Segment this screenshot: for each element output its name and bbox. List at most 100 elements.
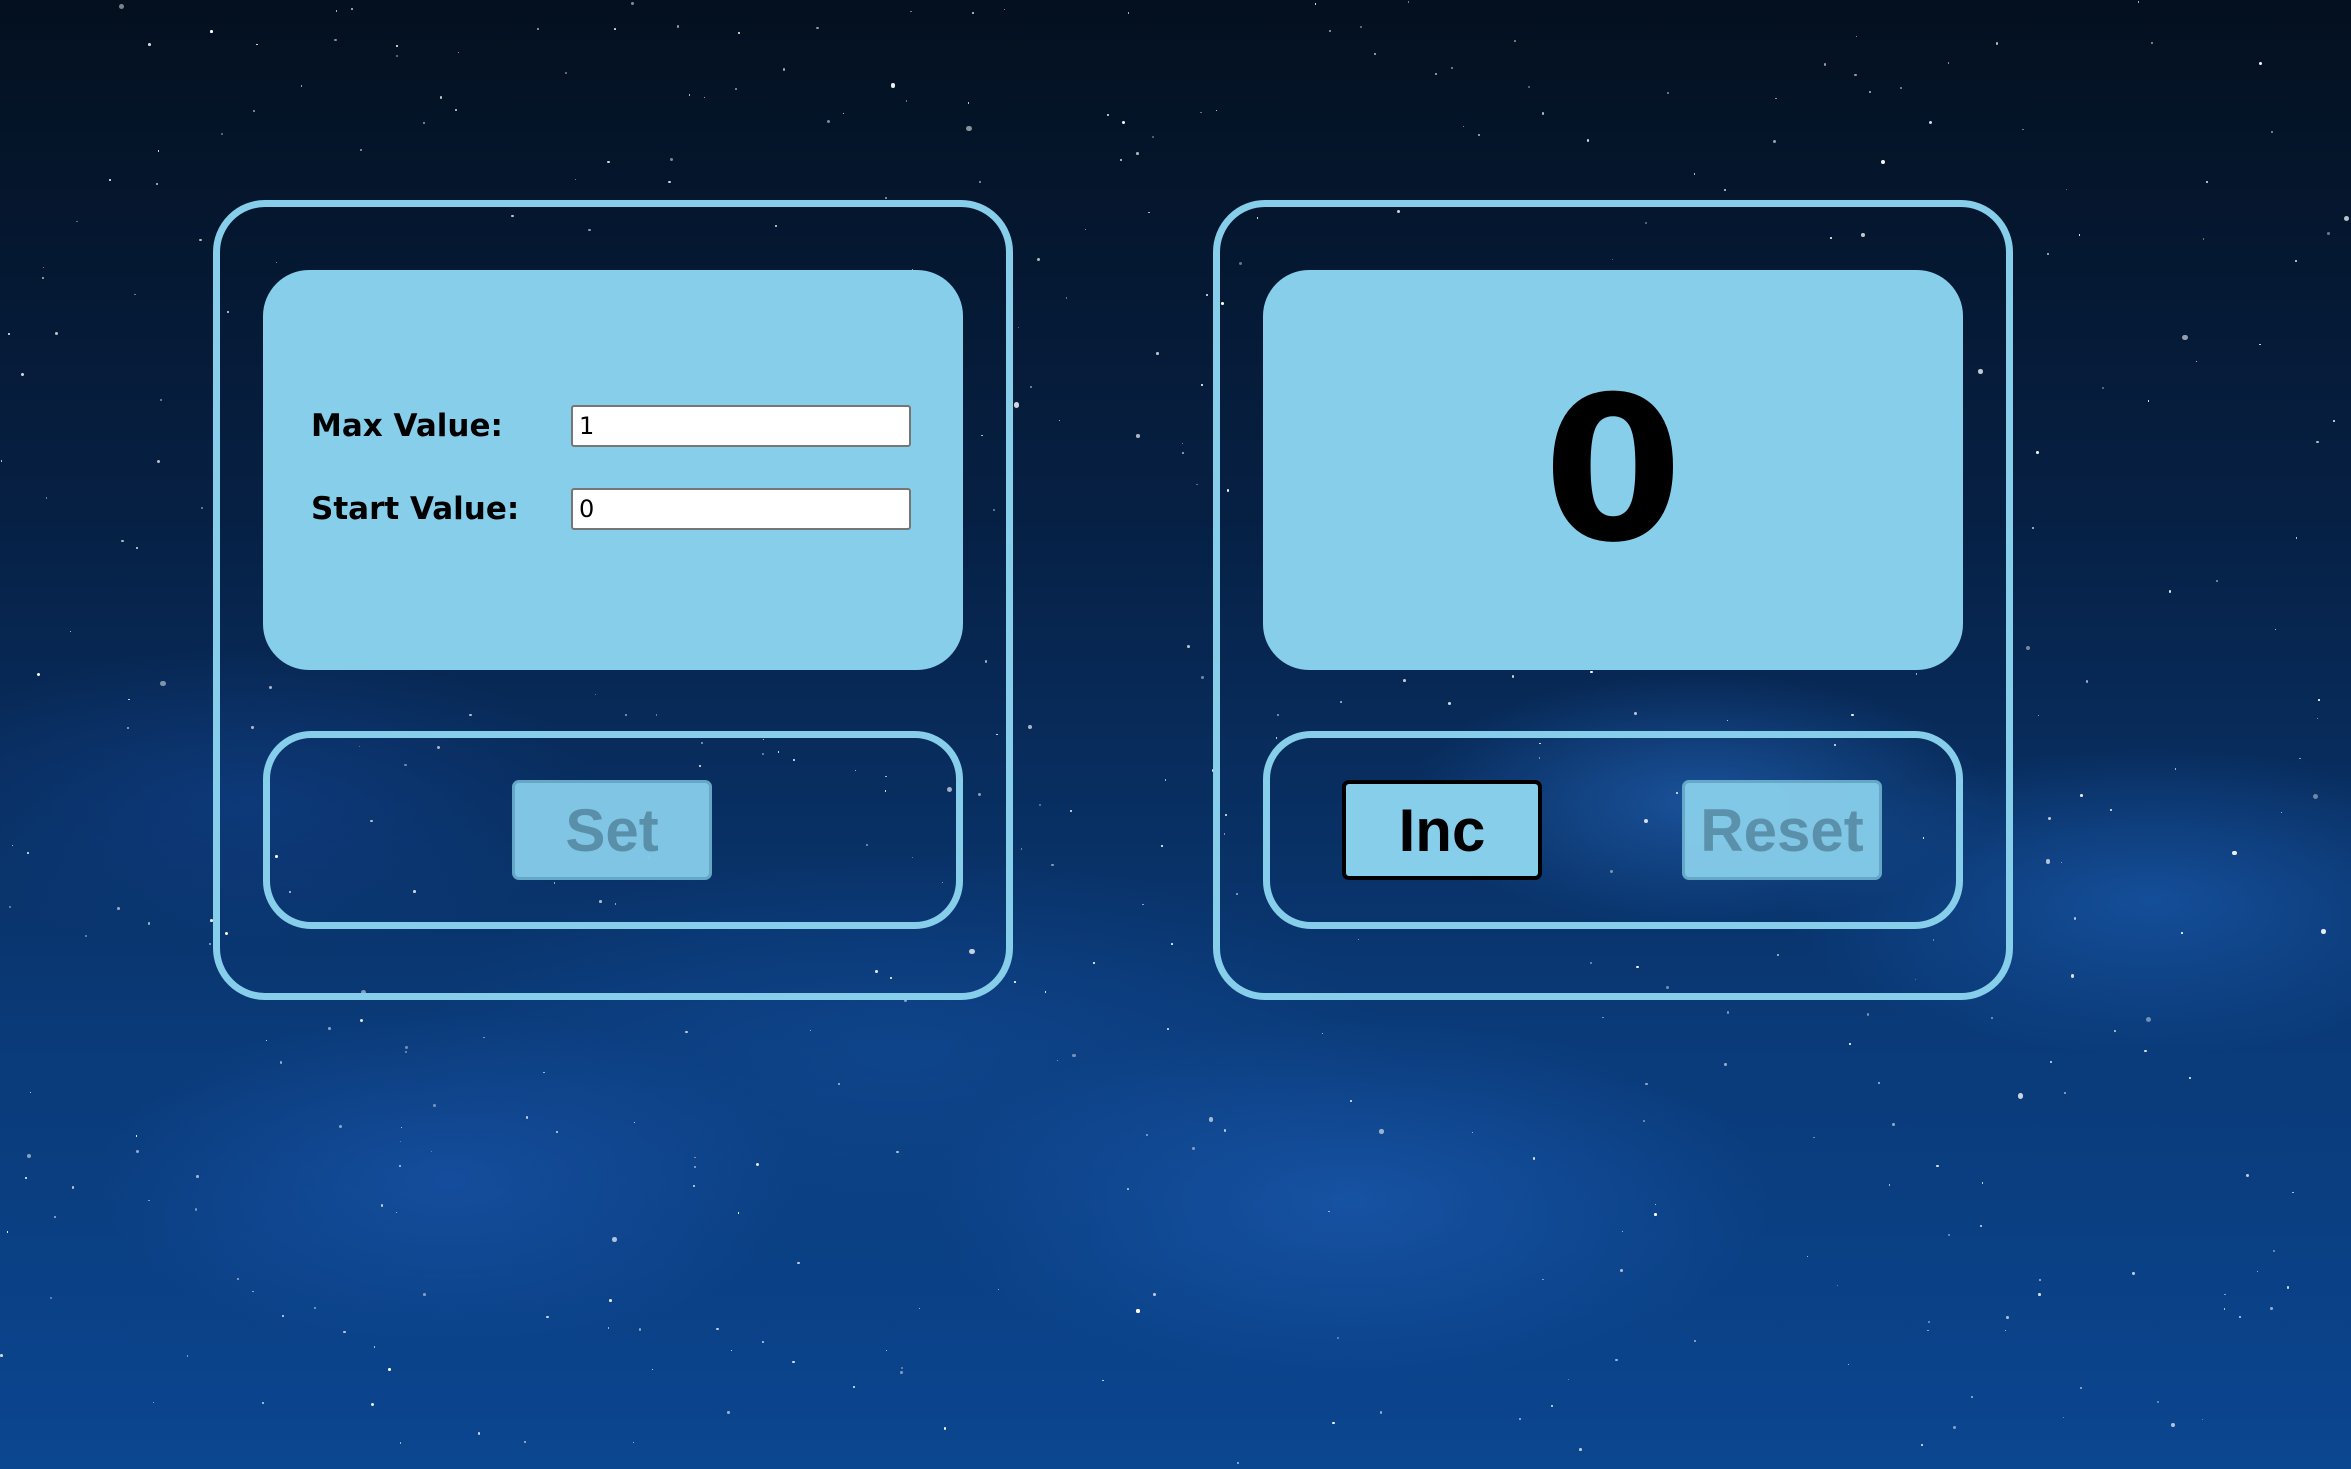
star [2156,1401,2160,1404]
star [399,1441,402,1444]
star [2037,714,2040,716]
star [1161,845,1163,848]
star [147,922,150,925]
star [1836,1284,1838,1286]
star [2281,811,2283,813]
star [359,148,362,151]
star [703,96,706,99]
star [8,332,11,335]
star [1936,1164,1939,1168]
star [121,539,124,543]
star [1981,1182,1984,1184]
star [2101,386,2105,390]
star [1036,258,1040,262]
star [2022,128,2024,130]
star [737,1212,740,1215]
star [1127,1188,1130,1191]
star [370,1403,374,1407]
start-value-input[interactable] [571,488,911,530]
star [1849,1043,1851,1045]
star [2045,859,2050,864]
star [2291,1191,2294,1194]
star [2275,629,2277,631]
star [607,1327,610,1329]
star [1645,1082,1648,1085]
star [1106,113,1110,116]
star [575,178,577,180]
star [2316,440,2319,443]
star [966,125,972,132]
star [1979,1225,1982,1228]
star [1880,159,1885,164]
star [1136,1309,1140,1313]
star [210,30,214,33]
star [694,1156,696,1159]
star [2286,1286,2290,1289]
star [1208,1117,1214,1122]
star [1775,97,1778,100]
star [730,1349,733,1352]
star [2038,1278,2042,1282]
star [2073,917,2076,920]
star [727,1411,730,1414]
star [543,1071,546,1074]
star [1514,40,1517,42]
star [1567,1378,1569,1381]
star [2294,259,2298,263]
star [252,1290,254,1293]
star [555,1131,559,1134]
star [1152,1293,1156,1296]
star [147,42,151,46]
star [1003,8,1006,11]
star [1156,352,1159,355]
star [0,1354,4,1358]
star [2080,794,2083,797]
star [279,1061,283,1064]
star [42,267,44,269]
star [404,1050,407,1053]
reset-button[interactable]: Reset [1682,780,1882,880]
star [1017,326,1020,328]
star [1927,1320,1931,1324]
star [525,1116,529,1119]
star [477,1432,481,1435]
star [2062,1417,2064,1419]
star [1065,297,1068,299]
start-value-label: Start Value: [311,491,520,527]
star [1478,133,1481,136]
star [2114,1029,2116,1032]
star [2318,699,2320,701]
star [117,907,121,911]
star [381,1204,384,1207]
star [1182,442,1184,444]
star [1237,1461,1240,1465]
star [1602,1017,1604,1019]
star [1142,904,1144,906]
star [2017,1093,2024,1100]
star [1723,188,1727,191]
star [1135,152,1139,156]
star [220,132,223,135]
star [1726,1011,1730,1014]
set-button[interactable]: Set [512,780,712,880]
star [256,43,259,46]
star [1868,90,1872,93]
star [1215,109,1218,112]
star [1948,1233,1951,1236]
star [21,373,25,377]
max-value-input[interactable] [571,405,911,447]
star [1322,1032,1324,1034]
inc-button[interactable]: Inc [1342,780,1542,880]
star [2151,42,2154,45]
star [395,54,399,58]
star [1349,1099,1352,1103]
star [738,31,741,34]
star [2132,1272,2135,1275]
star [1166,1028,1169,1030]
star [1359,26,1362,28]
counter-screen: 0 [1263,270,1963,670]
star [1072,1053,1076,1058]
star [905,100,907,102]
star [1148,211,1150,214]
star [2196,361,2198,363]
